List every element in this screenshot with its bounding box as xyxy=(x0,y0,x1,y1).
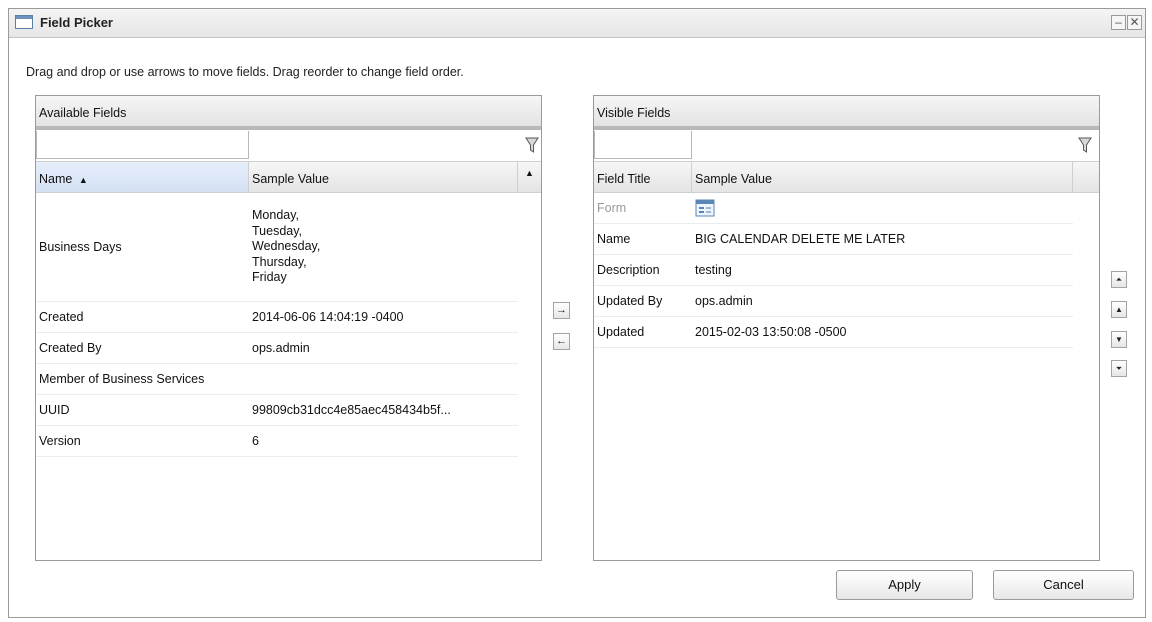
move-bottom-button[interactable]: ⏷ xyxy=(1111,360,1127,377)
move-up-button[interactable]: ▲ xyxy=(1111,301,1127,318)
row-name: Business Days xyxy=(39,240,122,254)
table-row[interactable]: Member of Business Services xyxy=(36,364,518,395)
window-icon xyxy=(15,15,33,29)
row-name: Created By xyxy=(39,341,102,355)
table-row[interactable]: Name BIG CALENDAR DELETE ME LATER xyxy=(594,224,1073,255)
row-sample: testing xyxy=(695,263,732,277)
table-row[interactable]: Created By ops.admin xyxy=(36,333,518,364)
col-header-field-title[interactable]: Field Title xyxy=(594,161,692,193)
row-sample: 2015-02-03 13:50:08 -0500 xyxy=(695,325,847,339)
visible-fields-panel: Visible Fields Field Title Sample Value … xyxy=(593,95,1100,561)
instructions-text: Drag and drop or use arrows to move fiel… xyxy=(26,65,464,79)
table-row[interactable]: Updated 2015-02-03 13:50:08 -0500 xyxy=(594,317,1073,348)
filter-icon[interactable] xyxy=(525,136,539,154)
row-sample xyxy=(296,364,518,394)
move-down-button[interactable]: ▼ xyxy=(1111,331,1127,348)
row-sample: 6 xyxy=(252,434,259,448)
col-header-name-label: Name xyxy=(39,172,73,186)
apply-button[interactable]: Apply xyxy=(836,570,973,600)
row-title: Name xyxy=(597,232,631,246)
visible-filter-input[interactable] xyxy=(594,131,692,159)
table-row[interactable]: Updated By ops.admin xyxy=(594,286,1073,317)
col-header-name[interactable]: Name ▲ xyxy=(36,161,249,193)
col-header-sample[interactable]: Sample Value xyxy=(249,161,518,193)
row-name: UUID xyxy=(39,403,70,417)
table-row[interactable]: Version 6 xyxy=(36,426,518,457)
row-title: Updated xyxy=(597,325,645,339)
field-picker-window: Field Picker – ✕ Drag and drop or use ar… xyxy=(8,8,1146,618)
visible-fields-header: Visible Fields xyxy=(594,96,1099,130)
row-title: Updated By xyxy=(597,294,663,308)
table-row[interactable]: Business Days Monday, Tuesday, Wednesday… xyxy=(36,193,518,302)
available-fields-panel: Available Fields Name ▲ Sample Value ▲ B… xyxy=(35,95,542,561)
available-fields-header: Available Fields xyxy=(36,96,541,130)
row-sample: Monday, Tuesday, Wednesday, Thursday, Fr… xyxy=(252,208,321,285)
window-title: Field Picker xyxy=(40,15,113,30)
row-sample: BIG CALENDAR DELETE ME LATER xyxy=(695,232,906,246)
row-sample: ops.admin xyxy=(695,294,753,308)
move-left-button[interactable]: ← xyxy=(553,333,570,350)
col-header-spacer xyxy=(1073,161,1099,193)
table-row[interactable]: Created 2014-06-06 14:04:19 -0400 xyxy=(36,302,518,333)
row-name: Member of Business Services xyxy=(39,372,205,386)
available-filter-input[interactable] xyxy=(36,131,249,159)
row-title: Description xyxy=(597,263,660,277)
form-icon xyxy=(695,199,715,217)
move-top-button[interactable]: ⏶ xyxy=(1111,271,1127,288)
sort-asc-icon: ▲ xyxy=(78,175,88,185)
titlebar[interactable]: Field Picker – ✕ xyxy=(9,9,1145,38)
scroll-up-icon[interactable]: ▲ xyxy=(518,161,541,193)
row-sample xyxy=(692,193,1073,223)
col-header-sample[interactable]: Sample Value xyxy=(692,161,1073,193)
close-button[interactable]: ✕ xyxy=(1127,15,1142,30)
row-name: Created xyxy=(39,310,84,324)
table-row[interactable]: Description testing xyxy=(594,255,1073,286)
minimize-button[interactable]: – xyxy=(1111,15,1126,30)
row-sample: 2014-06-06 14:04:19 -0400 xyxy=(252,310,404,324)
table-row[interactable]: Form xyxy=(594,193,1073,224)
cancel-button[interactable]: Cancel xyxy=(993,570,1134,600)
row-sample: 99809cb31dcc4e85aec458434b5f... xyxy=(252,403,451,417)
filter-icon[interactable] xyxy=(1078,136,1092,154)
row-sample: ops.admin xyxy=(252,341,310,355)
row-title: Form xyxy=(597,201,627,215)
row-name: Version xyxy=(39,434,81,448)
table-row[interactable]: UUID 99809cb31dcc4e85aec458434b5f... xyxy=(36,395,518,426)
move-right-button[interactable]: → xyxy=(553,302,570,319)
